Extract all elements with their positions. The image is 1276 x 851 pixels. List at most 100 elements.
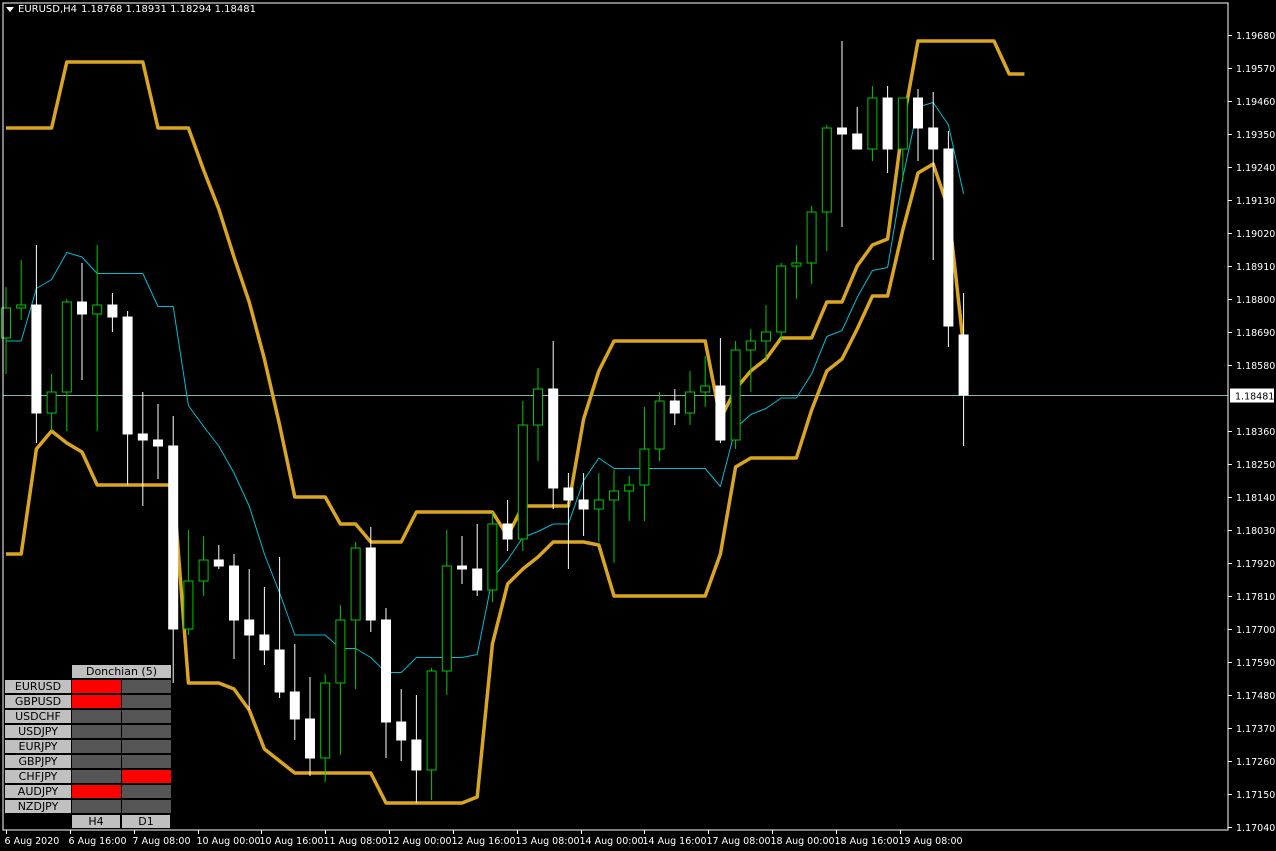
candle-body	[122, 316, 133, 435]
candle	[897, 97, 908, 182]
pair-label[interactable]: EURJPY	[5, 740, 71, 753]
candle	[669, 389, 680, 425]
current-price-label: 1.18481	[1235, 392, 1274, 403]
candle	[31, 245, 42, 443]
y-tick-label: 1.17260	[1236, 757, 1275, 768]
panel-row: NZDJPY	[5, 800, 171, 813]
candle-body	[669, 400, 680, 414]
signal-cell-d1	[122, 770, 171, 783]
pair-label[interactable]: USDJPY	[5, 725, 71, 738]
y-tick-label: 1.18580	[1236, 361, 1275, 372]
signal-cell-h4	[72, 680, 121, 693]
x-tick-label: 19 Aug 08:00	[899, 836, 963, 847]
candle	[776, 263, 787, 341]
signal-cell-h4	[72, 695, 121, 708]
signal-cell-h4	[72, 725, 121, 738]
candle-body	[31, 304, 42, 414]
chart-header: EURUSD,H4 1.18768 1.18931 1.18294 1.1848…	[6, 4, 256, 15]
candle-body	[791, 262, 802, 267]
signal-cell-d1	[122, 695, 171, 708]
candle-body	[244, 619, 255, 636]
x-tick-label: 6 Aug 2020	[5, 836, 60, 847]
pair-label[interactable]: GBPJPY	[5, 755, 71, 768]
signal-cell-h4	[72, 740, 121, 753]
candle-body	[259, 634, 270, 651]
axes: 1.19680 1.19570 1.19460 1.19350 1.19240 1.191…	[2, 2, 1275, 847]
candle-body	[517, 424, 528, 540]
candle-body	[685, 391, 695, 414]
candle-body	[198, 559, 209, 582]
y-tick-label: 1.17700	[1236, 625, 1275, 636]
candle	[806, 206, 817, 284]
panel-row: EURJPY	[5, 740, 171, 753]
candle	[593, 473, 604, 542]
candle	[685, 371, 695, 425]
y-tick-label: 1.18030	[1236, 526, 1275, 537]
candle	[609, 470, 619, 563]
price-chart[interactable]: 1.19680 1.19570 1.19460 1.19350 1.19240 1.191…	[0, 0, 1276, 851]
panel-row: GBPJPY	[5, 755, 171, 768]
candle-body	[441, 565, 452, 672]
candle	[715, 338, 726, 443]
pair-label[interactable]: AUDJPY	[5, 785, 71, 798]
signal-cell-d1	[122, 725, 171, 738]
candle	[502, 500, 513, 551]
candle	[639, 407, 650, 521]
y-tick-label: 1.19240	[1236, 163, 1275, 174]
candle	[654, 392, 665, 461]
candle	[457, 536, 467, 584]
pair-label[interactable]: CHFJPY	[5, 770, 71, 783]
candle	[578, 473, 589, 536]
candle-body	[350, 547, 361, 621]
candle-body	[913, 97, 923, 129]
signal-cell-h4	[72, 755, 121, 768]
pair-label[interactable]: USDCHF	[5, 710, 71, 723]
timeframe-label-h4[interactable]: H4	[72, 815, 120, 828]
candle	[867, 86, 878, 161]
dropdown-triangle-icon[interactable]	[6, 7, 14, 12]
pair-label[interactable]: EURUSD	[5, 680, 71, 693]
y-tick-label: 1.18690	[1236, 328, 1275, 339]
candle-body	[578, 499, 589, 510]
candle-body	[168, 445, 179, 630]
x-tick-label: 7 Aug 08:00	[133, 836, 191, 847]
candle	[198, 536, 209, 596]
candle-body	[654, 400, 665, 450]
candle-body	[745, 340, 756, 351]
pair-label[interactable]: NZDJPY	[5, 800, 71, 813]
y-tick-label: 1.18140	[1236, 493, 1275, 504]
y-tick-label: 1.19350	[1236, 130, 1275, 141]
signal-cell-d1	[122, 785, 171, 798]
pair-label[interactable]: GBPUSD	[5, 695, 71, 708]
candle-body	[320, 682, 331, 759]
candle	[624, 476, 635, 521]
signal-cell-h4	[72, 785, 121, 798]
candle-body	[274, 649, 285, 693]
candle-body	[457, 565, 467, 570]
y-tick-label: 1.18250	[1236, 460, 1275, 471]
candle	[168, 416, 179, 683]
x-tick-label: 12 Aug 16:00	[452, 836, 516, 847]
candle-body	[730, 349, 741, 441]
candle	[183, 530, 194, 635]
y-tick-label: 1.18910	[1236, 262, 1275, 273]
candle	[487, 512, 498, 602]
candle	[46, 374, 57, 431]
candle-body	[153, 439, 163, 447]
candle-body	[700, 385, 711, 393]
candle	[274, 557, 285, 698]
candle-body	[806, 211, 817, 264]
panel-row: AUDJPY	[5, 785, 171, 798]
candle	[16, 260, 27, 320]
candle-body	[92, 304, 103, 315]
candle	[381, 608, 391, 758]
signal-cell-h4	[72, 800, 121, 813]
candle	[943, 131, 954, 347]
candle	[77, 263, 87, 380]
panel-row: GBPUSD	[5, 695, 171, 708]
signal-cell-d1	[122, 800, 171, 813]
y-tick-label: 1.17480	[1236, 691, 1275, 702]
candle-body	[715, 385, 726, 441]
timeframe-label-d1[interactable]: D1	[122, 815, 170, 828]
candle	[305, 677, 315, 776]
